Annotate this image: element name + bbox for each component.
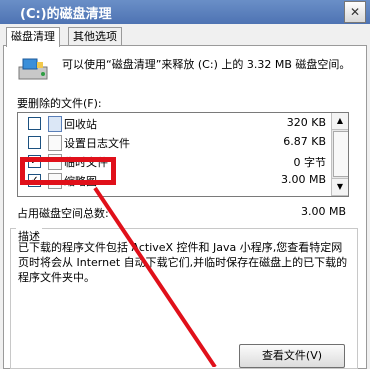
tab-disk-cleanup[interactable]: 磁盘清理: [6, 27, 60, 47]
annotation-arrow: [93, 186, 217, 367]
